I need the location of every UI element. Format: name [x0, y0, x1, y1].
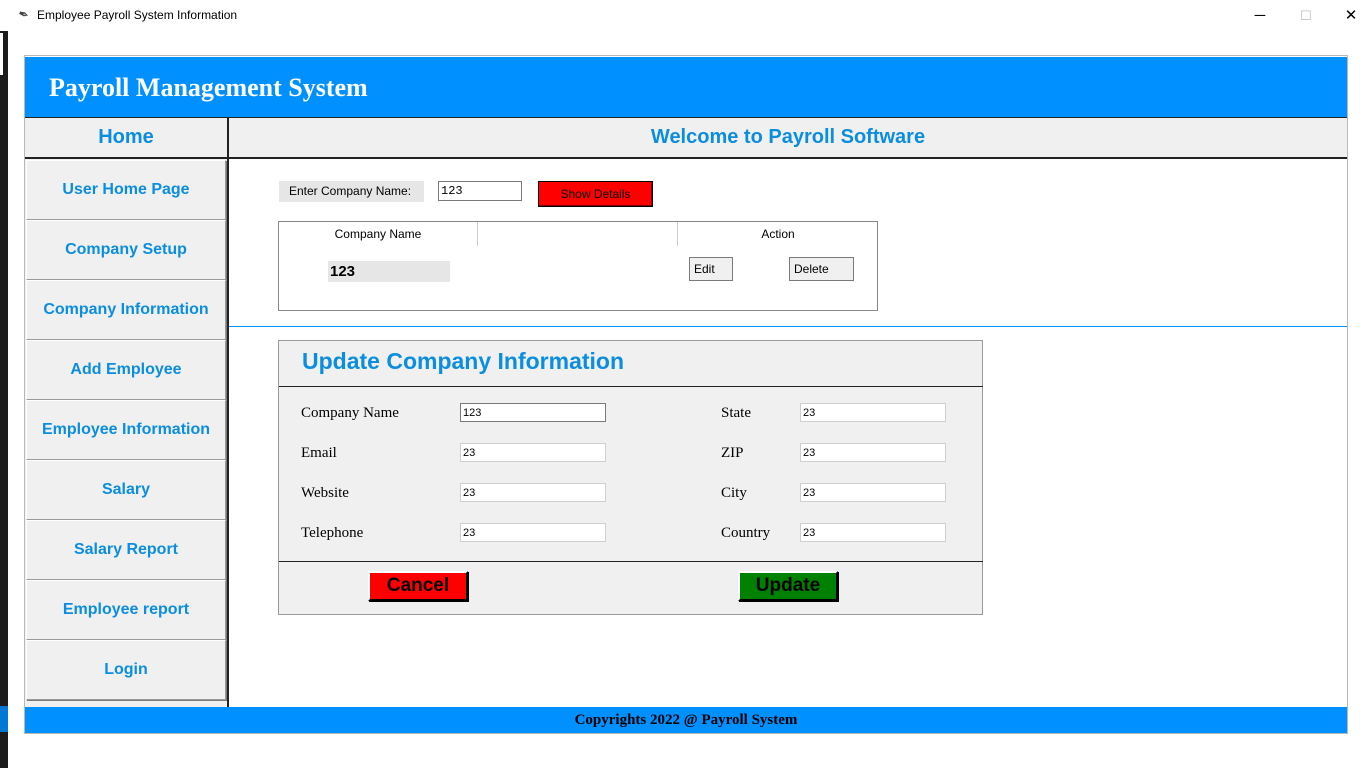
show-details-button[interactable]: Show Details [538, 181, 653, 207]
state-label: State [721, 405, 751, 421]
sidebar-item-salary[interactable]: Salary [26, 460, 226, 520]
sidebar-item-label: Company Setup [65, 241, 187, 258]
website-label: Website [301, 485, 349, 501]
desktop-edge-highlight [0, 706, 8, 732]
minimize-button[interactable]: ─ [1237, 0, 1283, 31]
update-button[interactable]: Update [738, 571, 838, 601]
table-header-action: Action [761, 227, 795, 241]
country-label: Country [721, 525, 771, 541]
table-cell-company-name: 123 [328, 261, 450, 282]
company-name-field[interactable] [460, 403, 606, 422]
sidebar-item-salary-report[interactable]: Salary Report [26, 520, 226, 580]
telephone-label: Telephone [301, 525, 364, 541]
website-field[interactable] [460, 483, 606, 502]
country-field[interactable] [800, 523, 946, 542]
table-header-company-name: Company Name [279, 222, 478, 246]
sidebar-item-label: User Home Page [62, 181, 190, 198]
desktop-edge-mark [0, 33, 3, 75]
telephone-field[interactable] [460, 523, 606, 542]
app-header-title: Payroll Management System [49, 73, 368, 102]
maximize-button[interactable]: ☐ [1283, 0, 1329, 31]
company-name-search-label: Enter Company Name: [279, 181, 424, 202]
sidebar-item-company-information[interactable]: Company Information [26, 280, 226, 340]
sidebar-home-label: Home [98, 126, 154, 148]
sidebar-item-label: Add Employee [70, 361, 182, 378]
sidebar-item-label: Salary Report [73, 541, 179, 558]
state-field[interactable] [800, 403, 946, 422]
welcome-title: Welcome to Payroll Software [650, 126, 926, 148]
sidebar-item-employee-report[interactable]: Employee report [26, 580, 226, 640]
table-header-blank [479, 222, 678, 246]
delete-button[interactable]: Delete [789, 257, 854, 281]
sidebar-item-employee-information[interactable]: Employee Information [26, 400, 226, 460]
email-label: Email [301, 445, 337, 461]
window-title: Employee Payroll System Information [37, 8, 238, 22]
close-button[interactable]: ✕ [1328, 0, 1366, 31]
panel-divider-bottom [279, 561, 983, 562]
zip-label: ZIP [721, 445, 744, 461]
company-name-label: Company Name [301, 405, 399, 421]
sidebar-item-label: Salary [101, 481, 151, 498]
sidebar-item-login[interactable]: Login [26, 640, 226, 700]
desktop-edge [0, 31, 8, 768]
panel-divider-top [279, 386, 983, 387]
city-label: City [721, 485, 747, 501]
section-divider [229, 326, 1347, 327]
sidebar-item-label: Employee Information [41, 421, 211, 438]
email-field[interactable] [460, 443, 606, 462]
sidebar-item-label: Company Information [43, 301, 209, 318]
company-name-search-input[interactable] [438, 181, 522, 201]
city-field[interactable] [800, 483, 946, 502]
sidebar-item-company-setup[interactable]: Company Setup [26, 220, 226, 280]
sidebar-item-user-home-page[interactable]: User Home Page [26, 160, 226, 220]
edit-button[interactable]: Edit [689, 257, 733, 281]
footer-copyright: Copyrights 2022 @ Payroll System [574, 712, 798, 728]
sidebar-item-label: Login [104, 661, 148, 678]
zip-field[interactable] [800, 443, 946, 462]
window-bottom-area [8, 734, 1366, 768]
sidebar-item-label: Employee report [62, 601, 190, 618]
sidebar-item-add-employee[interactable]: Add Employee [26, 340, 226, 400]
update-panel-title: Update Company Information [302, 348, 625, 374]
cancel-button[interactable]: Cancel [368, 571, 468, 601]
